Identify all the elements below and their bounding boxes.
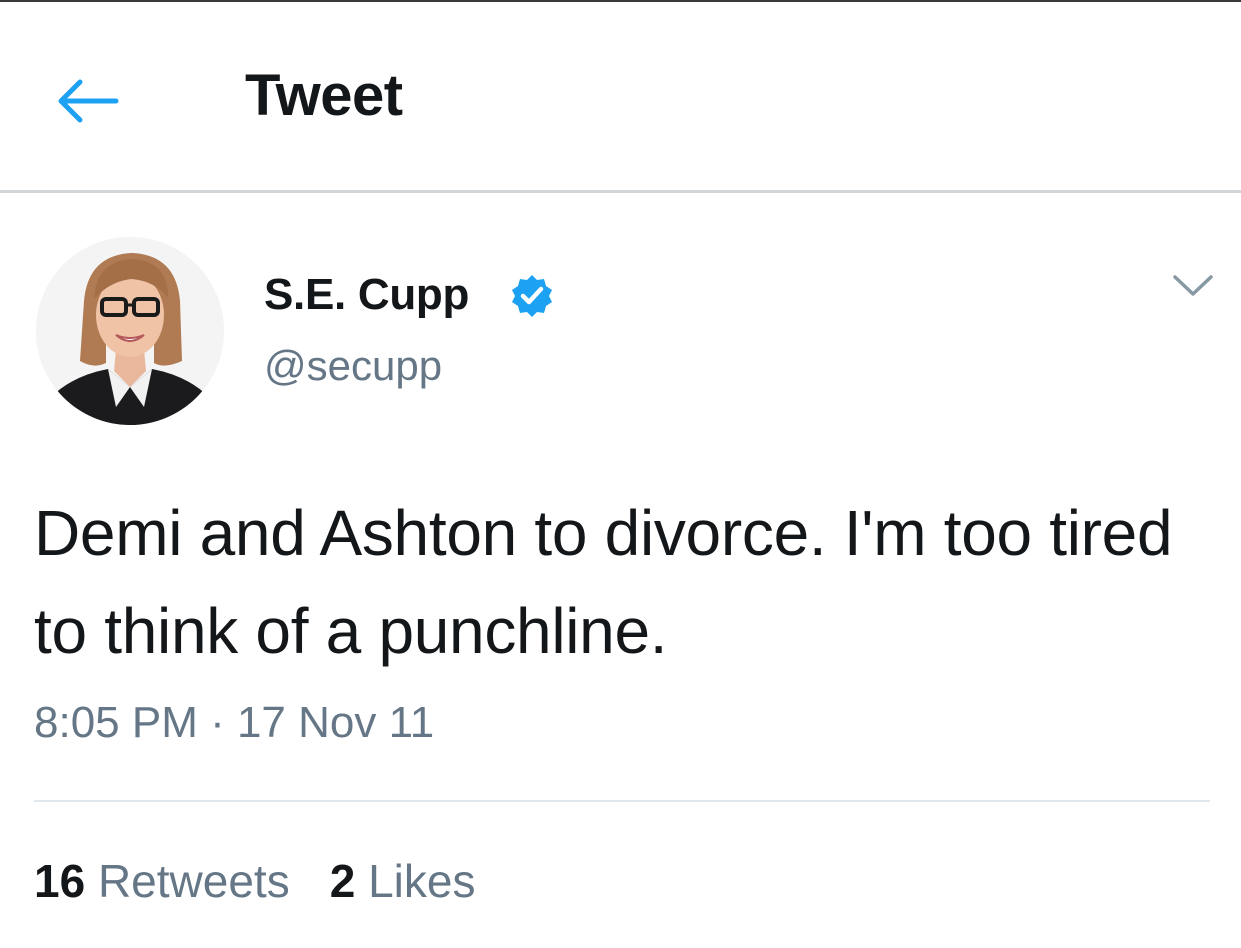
app-header: Tweet: [0, 2, 1241, 192]
tweet-menu-button[interactable]: [1170, 270, 1216, 300]
retweets-label: Retweets: [97, 855, 290, 907]
header-divider: [0, 190, 1241, 193]
chevron-down-icon: [1173, 275, 1213, 296]
author-display-name[interactable]: S.E. Cupp: [264, 270, 469, 320]
author-handle[interactable]: @secupp: [264, 342, 442, 390]
avatar[interactable]: [36, 237, 224, 425]
likes-stat[interactable]: 2 Likes: [330, 855, 476, 907]
back-button[interactable]: [52, 74, 124, 128]
arrow-left-icon: [58, 79, 119, 123]
tweet-stats: 16 Retweets 2 Likes: [34, 854, 475, 908]
stats-divider: [34, 800, 1210, 802]
likes-label: Likes: [368, 855, 476, 907]
retweets-count: 16: [34, 855, 86, 907]
verified-badge-icon: [512, 275, 552, 317]
likes-count: 2: [329, 855, 356, 907]
tweet-timestamp: 8:05 PM · 17 Nov 11: [34, 698, 435, 747]
avatar-portrait: [36, 237, 224, 425]
tweet-text: Demi and Ashton to divorce. I'm too tire…: [34, 497, 1173, 667]
retweets-stat[interactable]: 16 Retweets: [34, 855, 290, 907]
page-title: Tweet: [245, 63, 403, 128]
